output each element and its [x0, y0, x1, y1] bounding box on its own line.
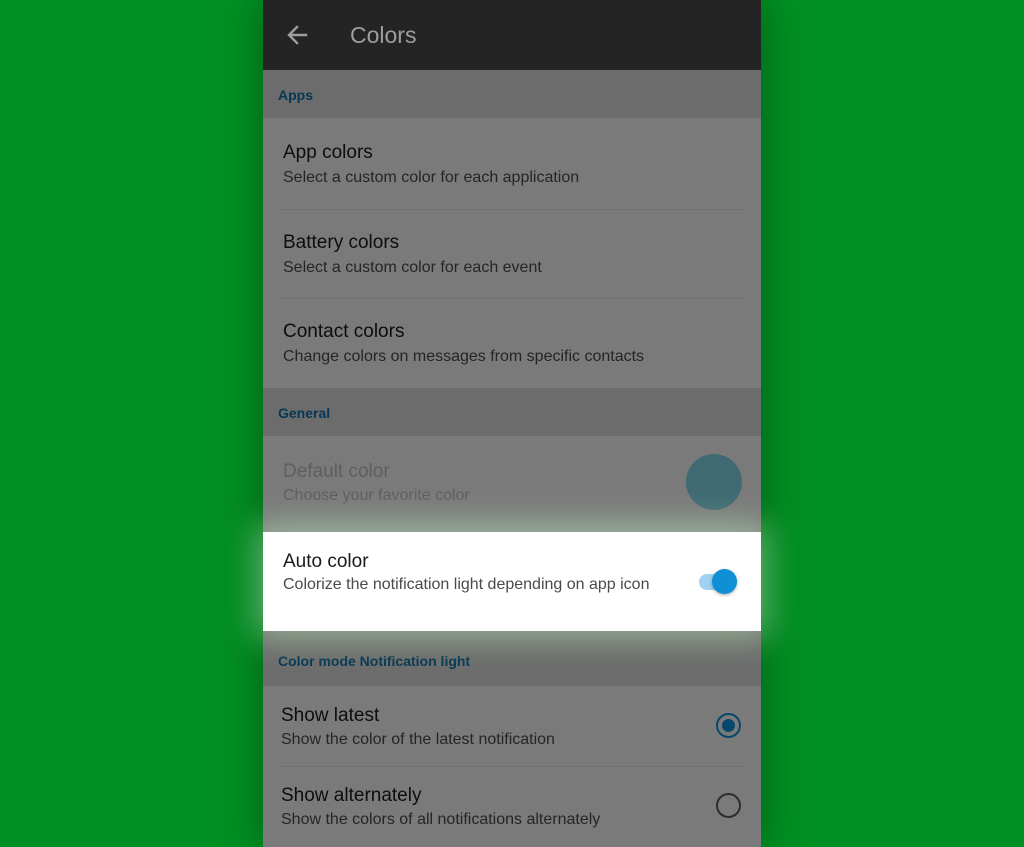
arrow-left-icon [287, 25, 308, 45]
pref-title: App colors [283, 142, 373, 163]
radio-button-selected[interactable] [716, 713, 741, 738]
toggle-switch[interactable] [712, 569, 737, 594]
pref-default-color[interactable]: Default color Choose your favorite color [263, 436, 761, 532]
section-header-color-mode: Color mode Notification light [263, 631, 761, 686]
pref-show-latest[interactable]: Show latest Show the color of the latest… [263, 686, 761, 766]
pref-summary: Show the colors of all notifications alt… [281, 811, 601, 828]
phone-screen: Colors Apps App colors Select a custom c… [263, 0, 761, 847]
pref-summary: Change colors on messages from specific … [283, 348, 645, 365]
pref-title: Show alternately [281, 785, 422, 806]
pref-show-alternately[interactable]: Show alternately Show the colors of all … [263, 767, 761, 847]
pref-app-colors[interactable]: App colors Select a custom color for eac… [263, 118, 761, 209]
pref-summary: Select a custom color for each applicati… [283, 169, 580, 186]
radio-button[interactable] [716, 793, 741, 818]
pref-summary: Colorize the notification light dependin… [283, 576, 650, 593]
pref-title: Show latest [281, 705, 380, 726]
pref-title: Battery colors [283, 232, 400, 253]
pref-summary: Show the color of the latest notificatio… [281, 731, 555, 748]
pref-title: Contact colors [283, 321, 405, 342]
pref-summary: Select a custom color for each event [283, 259, 542, 276]
pref-contact-colors[interactable]: Contact colors Change colors on messages… [263, 299, 761, 387]
section-header-general: General [263, 388, 761, 436]
pref-title: Default color [283, 461, 390, 482]
pref-title: Auto color [283, 551, 369, 572]
pref-summary: Choose your favorite color [283, 487, 470, 504]
pref-battery-colors[interactable]: Battery colors Select a custom color for… [263, 210, 761, 298]
app-bar: Colors [263, 0, 761, 70]
back-button[interactable] [283, 21, 311, 49]
pref-auto-color[interactable]: Auto color Colorize the notification lig… [263, 532, 761, 631]
section-header-apps: Apps [263, 70, 761, 118]
color-swatch[interactable] [686, 454, 742, 510]
page-title: Colors [350, 22, 417, 48]
